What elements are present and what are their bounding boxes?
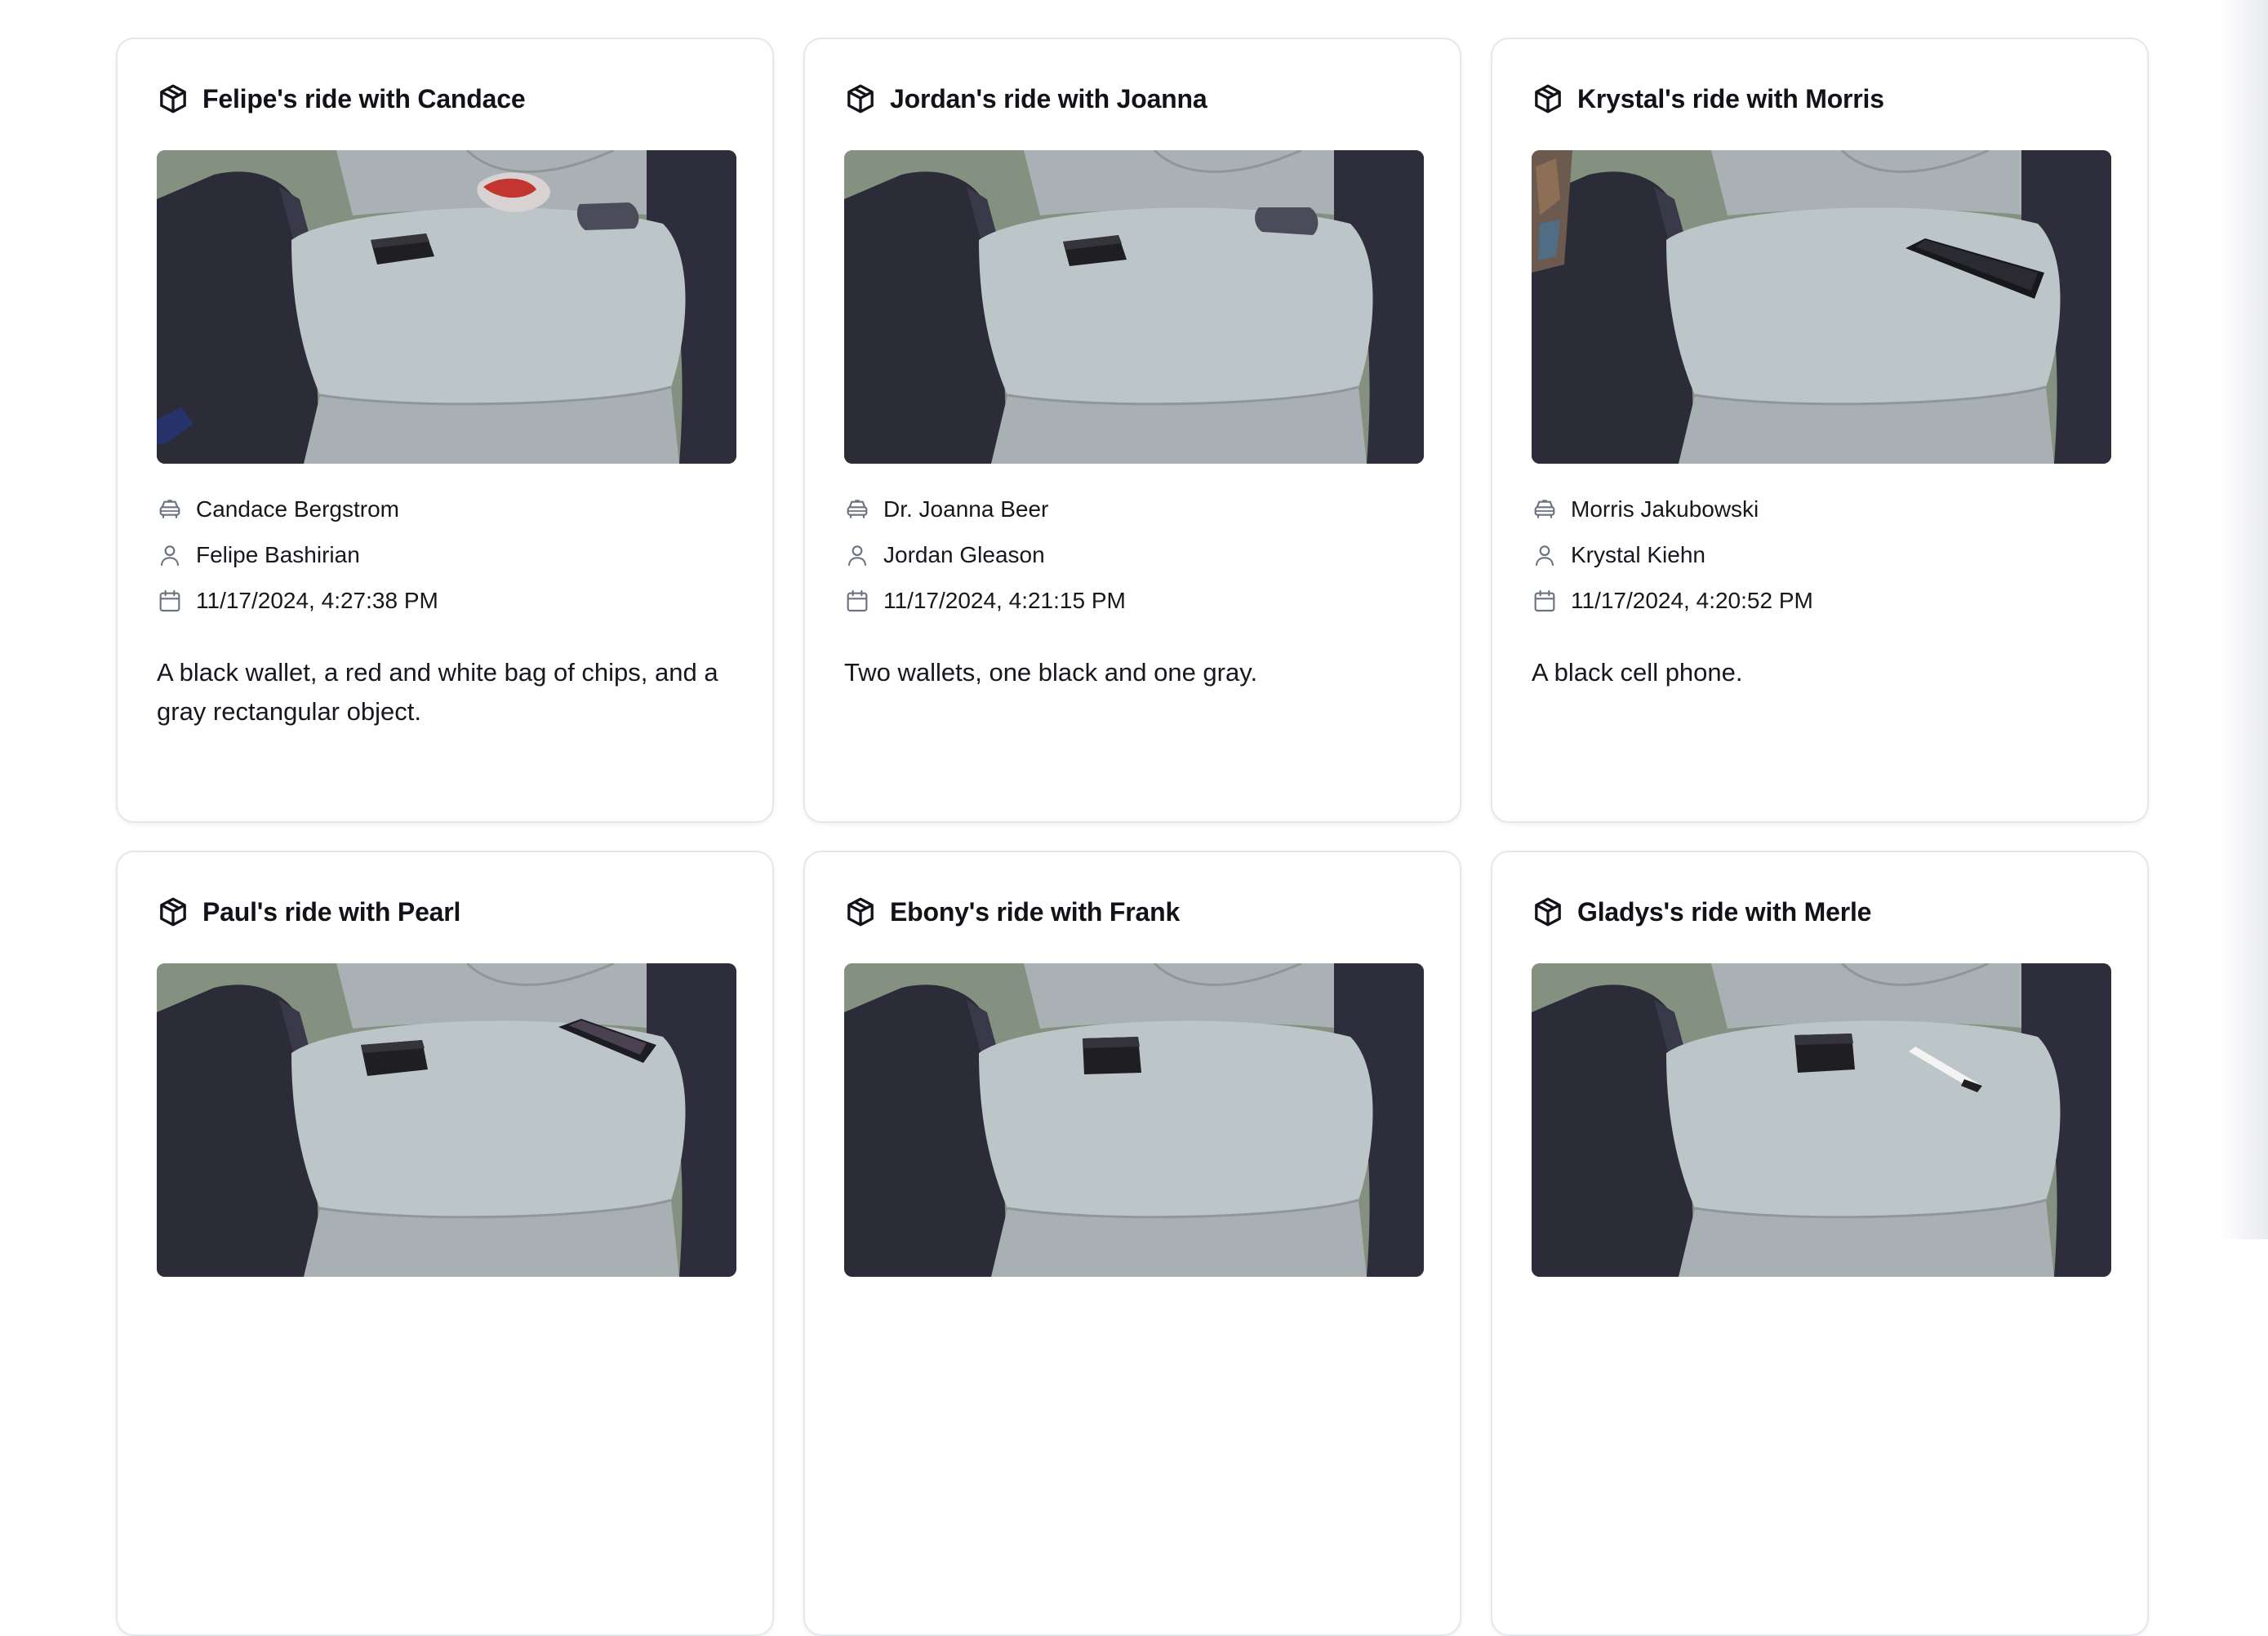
calendar-icon [157, 588, 183, 614]
package-icon [1532, 82, 1564, 115]
photo-image [157, 963, 736, 1277]
ride-photo[interactable] [1532, 963, 2111, 1277]
card-header: Ebony's ride with Frank [844, 891, 1180, 932]
ride-card[interactable]: Felipe's ride with Candace Candace Bergs… [116, 38, 774, 823]
ride-photo[interactable] [157, 150, 736, 464]
package-icon [157, 82, 189, 115]
card-title: Krystal's ride with Morris [1577, 83, 1884, 113]
ride-photo[interactable] [844, 150, 1424, 464]
car-icon [844, 496, 870, 522]
ride-meta: Candace Bergstrom Felipe Bashirian 11/17… [157, 487, 438, 624]
package-icon [1532, 896, 1564, 928]
driver-name: Candace Bergstrom [196, 496, 400, 522]
user-icon [157, 542, 183, 568]
ride-photo[interactable] [1532, 150, 2111, 464]
ride-card[interactable]: Gladys's ride with Merle [1491, 851, 2149, 1636]
package-icon [844, 896, 877, 928]
ride-datetime: 11/17/2024, 4:20:52 PM [1571, 588, 1813, 613]
datetime-row: 11/17/2024, 4:27:38 PM [157, 578, 438, 624]
item-description: Two wallets, one black and one gray. [844, 658, 1258, 687]
rider-name: Krystal Kiehn [1571, 542, 1705, 567]
ride-card[interactable]: Paul's ride with Pearl [116, 851, 774, 1636]
photo-image [1532, 963, 2111, 1277]
card-title: Jordan's ride with Joanna [890, 83, 1207, 113]
rider-row: Felipe Bashirian [157, 532, 438, 578]
ride-meta: Dr. Joanna Beer Jordan Gleason 11/17/202… [844, 487, 1126, 624]
card-header: Jordan's ride with Joanna [844, 78, 1207, 119]
ride-card[interactable]: Ebony's ride with Frank [803, 851, 1461, 1636]
driver-row: Candace Bergstrom [157, 487, 438, 532]
driver-row: Dr. Joanna Beer [844, 487, 1126, 532]
user-icon [844, 542, 870, 568]
card-title: Gladys's ride with Merle [1577, 896, 1872, 927]
card-header: Gladys's ride with Merle [1532, 891, 1871, 932]
photo-image [844, 150, 1424, 464]
calendar-icon [1532, 588, 1558, 614]
ride-photo[interactable] [157, 963, 736, 1277]
car-icon [1532, 496, 1558, 522]
photo-image [1532, 150, 2111, 464]
rider-row: Jordan Gleason [844, 532, 1126, 578]
driver-name: Morris Jakubowski [1571, 496, 1759, 522]
ride-card[interactable]: Krystal's ride with Morris Morris Jakubo… [1491, 38, 2149, 823]
item-description: A black wallet, a red and white bag of c… [157, 658, 718, 726]
package-icon [844, 82, 877, 115]
card-header: Krystal's ride with Morris [1532, 78, 1884, 119]
datetime-row: 11/17/2024, 4:21:15 PM [844, 578, 1126, 624]
rider-row: Krystal Kiehn [1532, 532, 1813, 578]
card-header: Felipe's ride with Candace [157, 78, 526, 119]
ride-photo[interactable] [844, 963, 1424, 1277]
calendar-icon [844, 588, 870, 614]
package-icon [157, 896, 189, 928]
ride-card[interactable]: Jordan's ride with Joanna Dr. Joanna Bee… [803, 38, 1461, 823]
rides-grid: Felipe's ride with Candace Candace Bergs… [0, 0, 2268, 1636]
photo-image [157, 150, 736, 464]
car-icon [157, 496, 183, 522]
driver-name: Dr. Joanna Beer [883, 496, 1049, 522]
card-header: Paul's ride with Pearl [157, 891, 460, 932]
card-title: Ebony's ride with Frank [890, 896, 1181, 927]
rider-name: Jordan Gleason [883, 542, 1045, 567]
user-icon [1532, 542, 1558, 568]
rider-name: Felipe Bashirian [196, 542, 360, 567]
card-title: Paul's ride with Pearl [202, 896, 461, 927]
driver-row: Morris Jakubowski [1532, 487, 1813, 532]
ride-datetime: 11/17/2024, 4:27:38 PM [196, 588, 438, 613]
photo-image [844, 963, 1424, 1277]
card-title: Felipe's ride with Candace [202, 83, 526, 113]
page-edge-shadow [2219, 0, 2268, 1239]
ride-meta: Morris Jakubowski Krystal Kiehn 11/17/20… [1532, 487, 1813, 624]
ride-datetime: 11/17/2024, 4:21:15 PM [883, 588, 1126, 613]
item-description: A black cell phone. [1532, 658, 1743, 687]
datetime-row: 11/17/2024, 4:20:52 PM [1532, 578, 1813, 624]
